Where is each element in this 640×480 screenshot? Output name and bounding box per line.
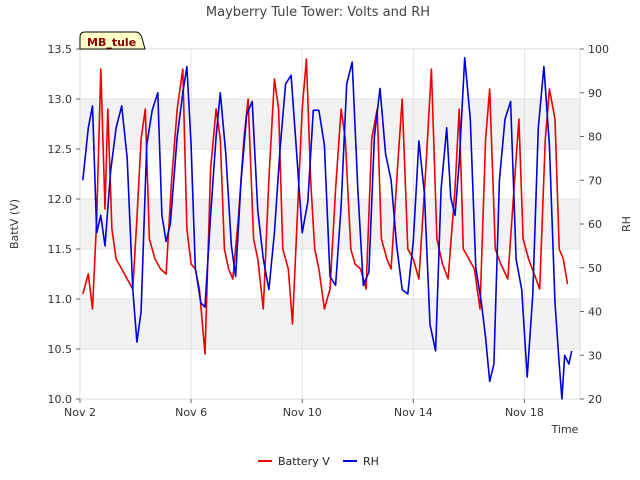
left-tick-label: 11.5 [48, 243, 73, 256]
legend-label-battery: Battery V [278, 455, 330, 468]
left-tick-label: 13.0 [48, 93, 73, 106]
right-tick-label: 80 [588, 131, 602, 144]
left-tick-label: 10.5 [48, 343, 73, 356]
right-tick-label: 20 [588, 393, 602, 406]
right-tick-label: 40 [588, 306, 602, 319]
right-axis-title: RH [620, 216, 633, 232]
background-band [80, 299, 580, 349]
x-tick-label: Nov 14 [394, 406, 433, 419]
right-axis-ticks: 20 30 40 50 60 70 80 90 100 [580, 43, 609, 406]
x-tick-label: Nov 6 [175, 406, 207, 419]
right-tick-label: 100 [588, 43, 609, 56]
left-tick-label: 12.0 [48, 193, 73, 206]
legend: Battery V RH [258, 455, 379, 468]
x-tick-label: Nov 10 [283, 406, 322, 419]
right-tick-label: 90 [588, 87, 602, 100]
left-axis-ticks: 10.0 10.5 11.0 11.5 12.0 12.5 13.0 13.5 [48, 43, 80, 406]
left-tick-label: 10.0 [48, 393, 73, 406]
right-tick-label: 70 [588, 174, 602, 187]
chart-title: Mayberry Tule Tower: Volts and RH [206, 5, 430, 20]
right-tick-label: 30 [588, 349, 602, 362]
background-bands [80, 99, 580, 349]
x-axis-title: Time [551, 423, 579, 436]
left-tick-label: 12.5 [48, 143, 73, 156]
chart: Mayberry Tule Tower: Volts and RH 10.010… [8, 5, 633, 468]
left-axis-title: BattV (V) [8, 199, 21, 249]
right-tick-label: 60 [588, 218, 602, 231]
left-tick-label: 13.5 [48, 43, 73, 56]
legend-label-rh: RH [363, 455, 379, 468]
right-tick-label: 50 [588, 262, 602, 275]
x-axis-ticks: Nov 2 Nov 6 Nov 10 Nov 14 Nov 18 [64, 399, 544, 419]
site-label-box: MB_tule [79, 31, 146, 50]
left-tick-label: 11.0 [48, 293, 73, 306]
x-tick-label: Nov 2 [64, 406, 96, 419]
background-band [80, 199, 580, 249]
site-label: MB_tule [87, 36, 136, 49]
x-tick-label: Nov 18 [505, 406, 544, 419]
